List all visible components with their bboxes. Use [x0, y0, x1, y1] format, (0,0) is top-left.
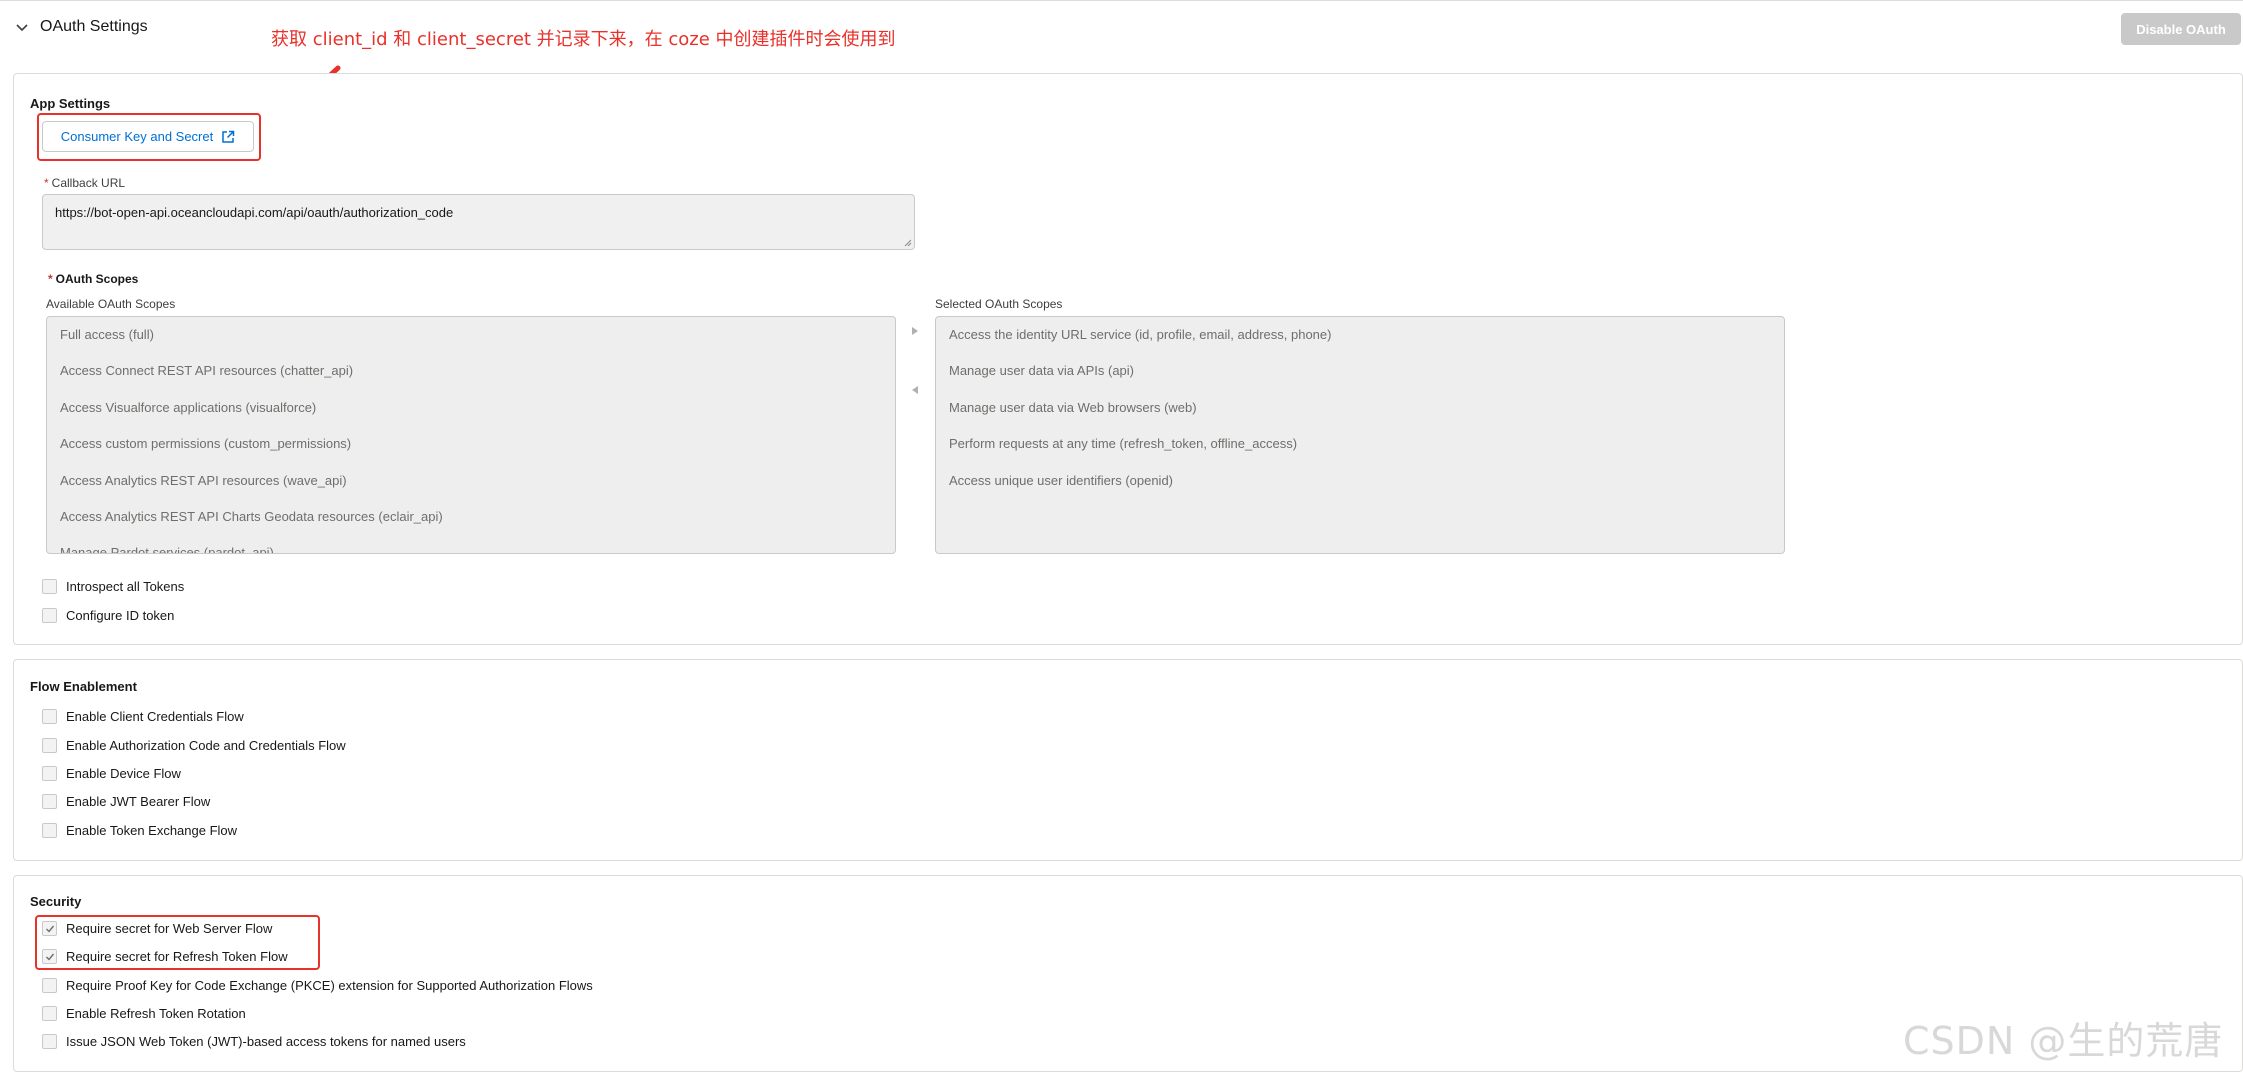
checkbox-row[interactable]: Enable Device Flow	[42, 766, 181, 781]
checkbox[interactable]	[42, 949, 57, 964]
flow-enablement-title: Flow Enablement	[30, 679, 137, 694]
callback-url-field[interactable]: https://bot-open-api.oceancloudapi.com/a…	[42, 194, 915, 250]
annotation-text: 获取 client_id 和 client_secret 并记录下来，在 coz…	[271, 29, 896, 50]
checkbox-label: Enable JWT Bearer Flow	[66, 794, 211, 809]
callback-url-label: * Callback URL	[44, 176, 126, 190]
checkbox-label: Enable Device Flow	[66, 766, 181, 781]
scope-option[interactable]: Full access (full)	[47, 317, 895, 353]
consumer-key-secret-button[interactable]: Consumer Key and Secret	[42, 121, 254, 152]
move-left-arrow-icon[interactable]	[911, 385, 919, 395]
checkbox-row[interactable]: Require secret for Web Server Flow	[42, 921, 272, 936]
checkbox-label: Introspect all Tokens	[66, 579, 185, 594]
checkbox[interactable]	[42, 921, 57, 936]
checkbox-row[interactable]: Introspect all Tokens	[42, 579, 184, 594]
watermark: CSDN @生的荒唐	[1903, 1019, 2224, 1063]
scope-option[interactable]: Access unique user identifiers (openid)	[936, 463, 1784, 499]
scope-option[interactable]: Access Connect REST API resources (chatt…	[47, 353, 895, 389]
checkbox-label: Enable Refresh Token Rotation	[66, 1006, 246, 1021]
available-scopes-label: Available OAuth Scopes	[46, 297, 176, 311]
consumer-key-secret-label: Consumer Key and Secret	[60, 129, 214, 144]
scope-option[interactable]: Manage user data via APIs (api)	[936, 353, 1784, 389]
checkbox-label: Enable Token Exchange Flow	[66, 823, 238, 838]
checkbox[interactable]	[42, 1034, 57, 1049]
checkbox-row[interactable]: Enable Client Credentials Flow	[42, 709, 244, 724]
checkbox-row[interactable]: Enable JWT Bearer Flow	[42, 794, 210, 809]
scope-option[interactable]: Perform requests at any time (refresh_to…	[936, 426, 1784, 462]
move-right-arrow-icon[interactable]	[911, 326, 919, 336]
checkbox-row[interactable]: Enable Authorization Code and Credential…	[42, 738, 346, 753]
security-title: Security	[30, 894, 82, 909]
checkbox-label: Enable Client Credentials Flow	[66, 709, 244, 724]
resize-handle-icon[interactable]	[904, 239, 912, 247]
checkbox[interactable]	[42, 978, 57, 993]
scope-option[interactable]: Access Visualforce applications (visualf…	[47, 390, 895, 426]
checkbox[interactable]	[42, 794, 57, 809]
checkmark-icon	[45, 925, 54, 933]
checkbox[interactable]	[42, 608, 57, 623]
checkmark-icon	[45, 953, 54, 961]
callback-url-value: https://bot-open-api.oceancloudapi.com/a…	[55, 205, 454, 220]
flow-enablement-panel: Flow Enablement	[13, 659, 2243, 861]
external-link-icon	[222, 130, 235, 143]
checkbox[interactable]	[42, 738, 57, 753]
selected-scopes-label: Selected OAuth Scopes	[935, 297, 1063, 311]
oauth-scopes-title: * OAuth Scopes	[48, 272, 139, 286]
checkbox-label: Enable Authorization Code and Credential…	[66, 738, 346, 753]
scope-option[interactable]: Access custom permissions (custom_permis…	[47, 426, 895, 462]
checkbox-label: Require Proof Key for Code Exchange (PKC…	[66, 978, 593, 993]
scope-option[interactable]: Access Analytics REST API Charts Geodata…	[47, 499, 895, 535]
scope-option[interactable]: Access Analytics REST API resources (wav…	[47, 463, 895, 499]
checkbox-row[interactable]: Require Proof Key for Code Exchange (PKC…	[42, 978, 593, 993]
checkbox-row[interactable]: Enable Refresh Token Rotation	[42, 1006, 246, 1021]
top-divider	[0, 0, 2243, 1]
checkbox-row[interactable]: Require secret for Refresh Token Flow	[42, 949, 288, 964]
scope-option[interactable]: Manage user data via Web browsers (web)	[936, 390, 1784, 426]
scope-option[interactable]: Manage Pardot services (pardot_api)	[47, 535, 895, 553]
oauth-settings-toggle[interactable]: OAuth Settings	[14, 18, 148, 36]
chevron-down-icon	[16, 24, 28, 32]
checkbox[interactable]	[42, 709, 57, 724]
scope-option[interactable]: Access the identity URL service (id, pro…	[936, 317, 1784, 353]
checkbox-row[interactable]: Configure ID token	[42, 608, 174, 623]
checkbox[interactable]	[42, 579, 57, 594]
checkbox-label: Require secret for Web Server Flow	[66, 921, 273, 936]
checkbox[interactable]	[42, 1006, 57, 1021]
checkbox-label: Configure ID token	[66, 608, 175, 623]
checkbox-label: Issue JSON Web Token (JWT)-based access …	[66, 1034, 466, 1049]
disable-oauth-button[interactable]: Disable OAuth	[2121, 13, 2241, 45]
checkbox-label: Require secret for Refresh Token Flow	[66, 949, 288, 964]
checkbox-row[interactable]: Issue JSON Web Token (JWT)-based access …	[42, 1034, 466, 1049]
section-title: OAuth Settings	[40, 18, 148, 35]
selected-scopes-list[interactable]: Access the identity URL service (id, pro…	[935, 316, 1785, 554]
checkbox[interactable]	[42, 823, 57, 838]
app-settings-title: App Settings	[30, 96, 111, 111]
checkbox-row[interactable]: Enable Token Exchange Flow	[42, 823, 237, 838]
available-scopes-list[interactable]: Full access (full) Access Connect REST AP…	[46, 316, 896, 554]
checkbox[interactable]	[42, 766, 57, 781]
